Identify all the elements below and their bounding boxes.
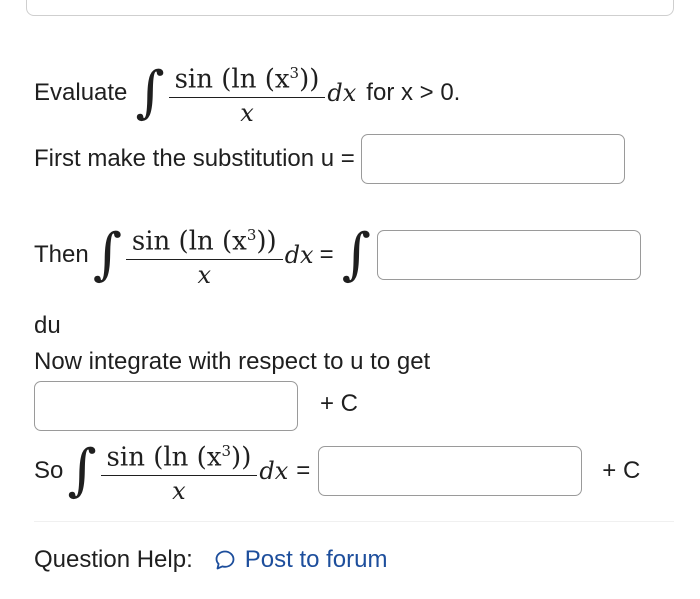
condition-text: for x > 0. <box>366 79 461 107</box>
speech-bubble-icon <box>215 550 235 570</box>
substitution-input[interactable] <box>360 134 625 184</box>
du-label: du <box>34 312 61 339</box>
so-label: So <box>34 457 64 485</box>
integrate-label: Now integrate with respect to u to get <box>34 348 431 375</box>
integral-sign: ∫ <box>67 438 97 504</box>
u-result-input[interactable] <box>34 381 298 431</box>
substitution-row: First make the substitution u = <box>34 134 625 184</box>
post-to-forum-link[interactable]: Post to forum <box>213 546 388 574</box>
so-row: So ∫ sin (ln (x3)) x dx = + C <box>34 436 640 506</box>
constant-label: + C <box>320 390 359 417</box>
dx-label: dx <box>284 241 314 270</box>
final-answer-input[interactable] <box>318 446 583 497</box>
u-integrand-input[interactable] <box>376 230 641 281</box>
dx-label: dx <box>327 79 357 108</box>
integral-sign: ∫ <box>92 222 122 288</box>
divider <box>34 521 674 522</box>
problem-statement: Evaluate ∫ sin (ln (x3)) x dx for x > 0. <box>34 58 460 128</box>
post-to-forum-text: Post to forum <box>244 546 388 573</box>
u-result-row: + C <box>34 381 358 431</box>
integrand-fraction: sin (ln (x3)) x <box>100 436 258 506</box>
integrand-numerator: sin (ln (x3)) <box>131 226 277 257</box>
integral-sign: ∫ <box>341 222 371 288</box>
integral-sign: ∫ <box>135 60 165 126</box>
evaluate-label: Evaluate <box>34 79 128 107</box>
integrand-numerator: sin (ln (x3)) <box>174 64 320 95</box>
question-help-label: Question Help: <box>34 546 193 573</box>
integrand-numerator: sin (ln (x3)) <box>106 442 252 473</box>
question-help: Question Help: Post to forum <box>34 546 388 574</box>
integrand-denominator: x <box>240 99 254 128</box>
integrate-row: Now integrate with respect to u to get <box>34 348 430 376</box>
equals-sign: = <box>319 241 334 269</box>
integrand-fraction: sin (ln (x3)) x <box>125 220 283 290</box>
then-label: Then <box>34 241 89 269</box>
dx-label: dx <box>259 457 289 486</box>
integrand-denominator: x <box>172 477 186 506</box>
integrand-fraction: sin (ln (x3)) x <box>168 58 326 128</box>
then-row: Then ∫ sin (ln (x3)) x dx = ∫ <box>34 220 641 290</box>
integrand-denominator: x <box>197 261 212 290</box>
du-row: du <box>34 312 61 340</box>
previous-question-card <box>26 0 674 16</box>
constant-label: + C <box>602 457 641 485</box>
equals-sign: = <box>296 457 311 485</box>
substitution-label: First make the substitution u = <box>34 145 355 172</box>
